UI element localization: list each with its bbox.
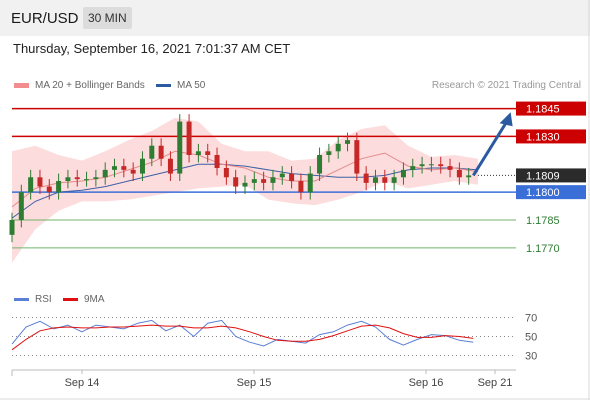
candle-body (214, 155, 220, 168)
candle-body (130, 169, 136, 174)
candle-body (223, 168, 229, 178)
candle-body (279, 173, 285, 178)
candle-body (242, 182, 248, 187)
level-label-1: 1.1830 (526, 131, 560, 143)
candle-body (158, 145, 164, 159)
candle-body (466, 175, 472, 178)
candle-body (56, 181, 62, 193)
candle-body (289, 173, 295, 181)
candle-body (84, 179, 90, 181)
candle-body (18, 192, 24, 220)
price-chart: 1.1845 1.1830 1.1809 1.1800 1.1785 1.1770 70 50… (0, 0, 590, 400)
candle-body (317, 155, 323, 174)
candle-body (233, 177, 239, 187)
candle-body (382, 177, 388, 183)
level-label-0: 1.1845 (526, 104, 560, 116)
candle-body (93, 177, 99, 180)
candle-body (345, 140, 351, 144)
candle-body (65, 177, 71, 181)
candle-body (326, 151, 332, 155)
level-label-3: 1.1800 (526, 187, 560, 199)
candle-body (251, 179, 257, 183)
rsi-ma-line (11, 324, 474, 351)
candle-body (261, 179, 267, 183)
candle-body (456, 169, 462, 178)
candle-body (74, 177, 80, 180)
candle-body (298, 181, 304, 193)
candle-body (112, 166, 118, 170)
candle-body (410, 166, 416, 170)
x-tick-label: Sep 21 (478, 377, 513, 389)
candle-body (354, 140, 360, 174)
rsi-line (11, 319, 474, 347)
candle-body (139, 158, 145, 174)
x-tick-label: Sep 14 (65, 377, 100, 389)
level-label-4: 1.1785 (526, 215, 560, 227)
level-label-2: 1.1809 (526, 170, 560, 182)
candle-body (438, 164, 444, 167)
candle-body (400, 169, 406, 178)
forecast-arrow (472, 119, 509, 177)
candle-body (149, 145, 155, 159)
candle-body (391, 177, 397, 183)
candle-body (372, 177, 378, 183)
candle-body (428, 164, 434, 166)
candle-body (167, 158, 173, 174)
candle-body (28, 177, 34, 193)
candle-body (205, 151, 211, 155)
forecast-arrow-head (499, 112, 513, 127)
candle-body (186, 121, 192, 155)
candle-body (46, 186, 52, 193)
candle-body (335, 143, 341, 152)
rsi-tick-label: 70 (525, 313, 537, 325)
candle-body (447, 166, 453, 170)
candle-body (37, 177, 43, 187)
candle-body (419, 164, 425, 167)
candle-body (9, 220, 15, 235)
candle-body (270, 177, 276, 183)
candle-body (307, 173, 313, 193)
candle-body (177, 121, 183, 174)
rsi-tick-label: 30 (525, 351, 537, 363)
level-label-5: 1.1770 (526, 243, 560, 255)
candle-body (121, 166, 127, 170)
x-tick-label: Sep 15 (237, 377, 272, 389)
rsi-tick-label: 50 (525, 332, 537, 344)
candle-body (363, 173, 369, 183)
candle-body (195, 151, 201, 155)
candle-body (102, 169, 108, 178)
x-tick-label: Sep 16 (409, 377, 444, 389)
